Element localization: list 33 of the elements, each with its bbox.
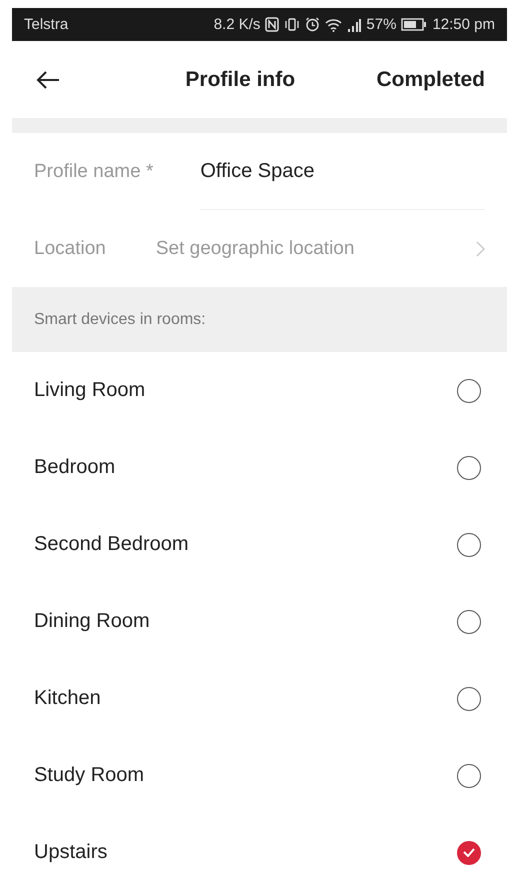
check-icon [463,848,475,857]
room-radio[interactable] [457,840,481,864]
room-radio[interactable] [457,764,481,788]
nfc-icon [265,17,280,32]
signal-icon [347,18,362,32]
profile-name-field[interactable]: Office Space [200,160,485,182]
page-title: Profile info [184,68,296,92]
room-radio[interactable] [457,456,481,480]
battery-percentage: 57% [366,16,396,33]
room-name: Living Room [34,379,146,402]
clock-time: 12:50 pm [432,16,495,33]
completed-button[interactable]: Completed [376,68,485,92]
field-label: Profile name * [34,160,154,182]
vibrate-icon [284,17,300,32]
room-name: Study Room [34,764,146,787]
network-speed: 8.2 K/s [214,16,260,33]
wifi-icon [325,18,342,32]
room-name: Dining Room [34,610,151,633]
room-radio[interactable] [457,532,481,556]
section-title: Smart devices in rooms: [34,310,206,328]
chevron-right-icon [476,240,485,256]
room-name: Upstairs [34,841,108,864]
room-radio[interactable] [457,686,481,710]
field-label: Location [34,238,106,260]
room-radio[interactable] [457,610,481,634]
room-name: Second Bedroom [34,533,190,556]
room-radio[interactable] [457,378,481,402]
room-name: Kitchen [34,687,102,710]
room-name: Bedroom [34,456,116,479]
battery-icon [401,18,428,31]
alarm-icon [305,17,320,32]
carrier-name: Telstra [24,16,68,33]
back-arrow-icon [36,70,60,90]
